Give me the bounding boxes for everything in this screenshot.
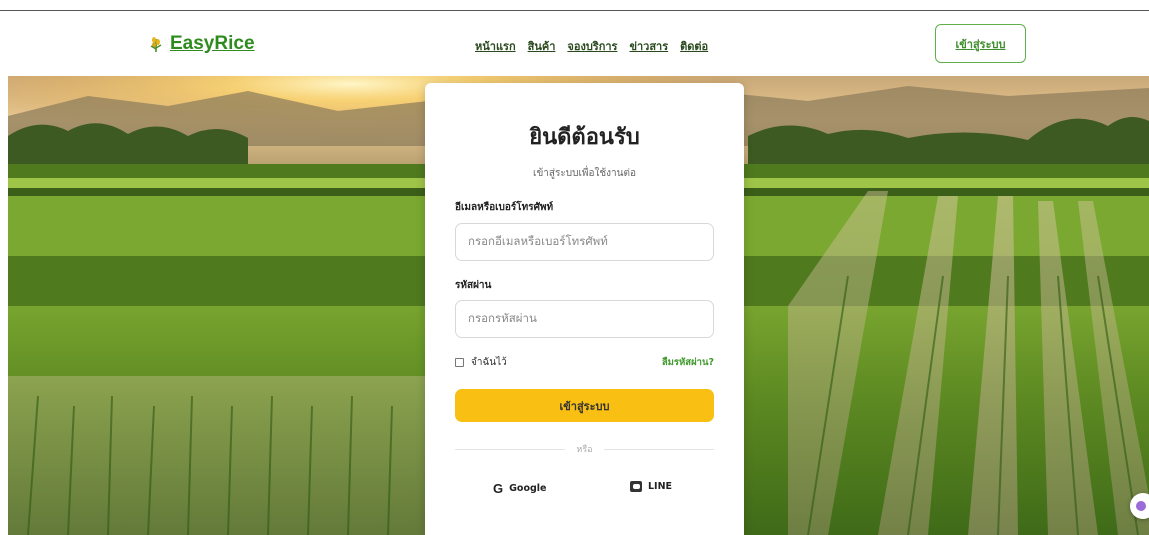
google-login-button[interactable]: G Google <box>493 481 546 496</box>
email-label: อีเมลหรือเบอร์โทรศัพท์ <box>455 202 554 213</box>
chat-bubble-icon <box>1136 501 1146 511</box>
site-header: EasyRice หน้าแรก สินค้า จองบริการ ข่าวสา… <box>0 11 1149 76</box>
logo-text: EasyRice <box>170 33 255 54</box>
logo-link[interactable]: EasyRice <box>148 33 255 55</box>
remember-checkbox[interactable] <box>455 358 464 367</box>
line-icon <box>630 481 642 492</box>
password-field[interactable]: กรอกรหัสผ่าน <box>455 300 714 338</box>
nav-item-news[interactable]: ข่าวสาร <box>629 37 668 55</box>
rice-stalk-icon <box>150 37 162 52</box>
header-login-button[interactable]: เข้าสู่ระบบ <box>935 24 1026 63</box>
google-label: Google <box>509 483 547 494</box>
password-label: รหัสผ่าน <box>455 280 492 291</box>
main-nav: หน้าแรก สินค้า จองบริการ ข่าวสาร ติดต่อ <box>475 37 708 55</box>
remember-me[interactable]: จำฉันไว้ <box>455 355 507 370</box>
login-page: EasyRice หน้าแรก สินค้า จองบริการ ข่าวสา… <box>0 0 1149 535</box>
header-login-label: เข้าสู่ระบบ <box>955 37 1006 51</box>
login-card: ยินดีต้อนรับ เข้าสู่ระบบเพื่อใช้งานต่อ อ… <box>425 83 744 535</box>
welcome-title: ยินดีต้อนรับ <box>529 125 640 150</box>
divider-right <box>604 449 714 450</box>
nav-item-contact[interactable]: ติดต่อ <box>680 37 708 55</box>
chat-fab-button[interactable] <box>1130 493 1149 519</box>
nav-item-home[interactable]: หน้าแรก <box>475 37 516 55</box>
welcome-subtitle: เข้าสู่ระบบเพื่อใช้งานต่อ <box>533 168 636 179</box>
email-field[interactable]: กรอกอีเมลหรือเบอร์โทรศัพท์ <box>455 223 714 261</box>
google-icon: G <box>493 481 504 496</box>
forgot-password-link[interactable]: ลืมรหัสผ่าน? <box>662 355 714 370</box>
line-label: LINE <box>648 481 673 492</box>
login-submit-label: เข้าสู่ระบบ <box>559 399 610 413</box>
nav-item-booking[interactable]: จองบริการ <box>567 37 617 55</box>
remember-label: จำฉันไว้ <box>471 357 507 368</box>
login-submit-button[interactable]: เข้าสู่ระบบ <box>455 389 714 422</box>
nav-item-products[interactable]: สินค้า <box>528 37 556 55</box>
line-login-button[interactable]: LINE <box>630 481 672 492</box>
